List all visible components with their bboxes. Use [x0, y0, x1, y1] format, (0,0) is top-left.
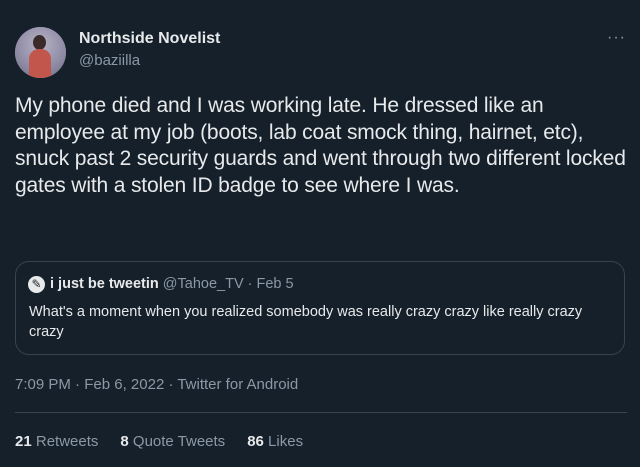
quoted-date: Feb 5	[256, 276, 294, 292]
author-handle[interactable]: @baziilla	[79, 52, 140, 69]
quoted-tweet-text: What's a moment when you realized somebo…	[29, 304, 583, 340]
quote-tweets-label: Quote Tweets	[132, 433, 226, 450]
avatar[interactable]	[15, 27, 66, 78]
retweets-count: 21	[15, 433, 32, 450]
more-options-icon[interactable]: ···	[607, 30, 626, 46]
author-display-name[interactable]: Northside Novelist	[79, 30, 220, 48]
tweet-date[interactable]: Feb 6, 2022	[84, 376, 164, 393]
retweets-label: Retweets	[35, 433, 99, 450]
tweet-card: Northside Novelist @baziilla ··· My phon…	[0, 0, 640, 467]
quoted-separator: ·	[243, 276, 257, 292]
likes-count: 86	[247, 433, 264, 450]
likes-label: Likes	[268, 433, 304, 450]
tweet-timestamp: 7:09 PM · Feb 6, 2022 · Twitter for Andr…	[15, 376, 298, 393]
retweets-stat[interactable]: 21 Retweets	[15, 433, 98, 450]
quoted-display-name: i just be tweetin	[50, 276, 159, 292]
avatar-body	[29, 49, 51, 78]
avatar-head	[33, 35, 46, 50]
quoted-tweet[interactable]: ✎ i just be tweetin @Tahoe_TV · Feb 5 Wh…	[15, 261, 625, 355]
tweet-text: My phone died and I was working late. He…	[15, 94, 626, 197]
quoted-tweet-header: i just be tweetin @Tahoe_TV · Feb 5	[50, 276, 294, 292]
quoted-avatar-icon: ✎	[28, 276, 45, 293]
meta-separator-2: ·	[164, 376, 178, 393]
meta-separator-1: ·	[70, 376, 85, 393]
divider	[15, 412, 627, 413]
tweet-client[interactable]: Twitter for Android	[177, 376, 298, 393]
quote-tweets-stat[interactable]: 8 Quote Tweets	[120, 433, 225, 450]
tweet-time[interactable]: 7:09 PM	[15, 376, 71, 393]
quoted-handle: @Tahoe_TV	[162, 276, 244, 292]
quote-tweets-count: 8	[120, 433, 129, 450]
tweet-stats: 21 Retweets 8 Quote Tweets 86 Likes	[15, 433, 303, 450]
likes-stat[interactable]: 86 Likes	[247, 433, 303, 450]
